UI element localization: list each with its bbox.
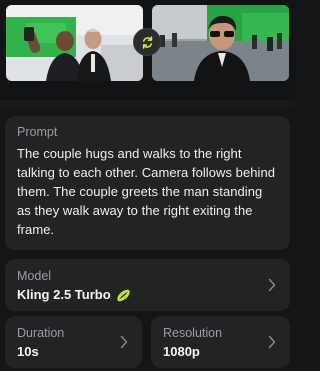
model-value-row: Kling 2.5 Turbo [17, 286, 278, 304]
model-value: Kling 2.5 Turbo [17, 287, 111, 302]
duration-label: Duration [17, 326, 65, 340]
prompt-label: Prompt [17, 125, 58, 139]
frame-images [0, 0, 295, 100]
swap-frames-button[interactable] [133, 28, 161, 56]
duration-value: 10s [17, 344, 39, 359]
resolution-value: 1080p [163, 344, 200, 359]
prompt-card[interactable]: Prompt The couple hugs and walks to the … [5, 116, 290, 250]
resolution-selector[interactable]: Resolution 1080p [151, 316, 290, 368]
photo-thumbnail-icon [152, 5, 289, 81]
model-selector[interactable]: Model Kling 2.5 Turbo [5, 259, 290, 311]
model-label: Model [17, 269, 52, 283]
duration-selector[interactable]: Duration 10s [5, 316, 142, 368]
start-frame-image[interactable] [6, 5, 143, 81]
chevron-right-icon [120, 335, 128, 349]
chevron-right-icon [268, 278, 276, 292]
resolution-label: Resolution [163, 326, 223, 340]
end-frame-image[interactable] [152, 5, 289, 81]
swap-arrows-icon [142, 35, 152, 49]
section-divider [0, 100, 295, 108]
chevron-right-icon [268, 335, 276, 349]
prompt-text: The couple hugs and walks to the right t… [17, 146, 276, 237]
photo-thumbnail-icon [6, 5, 143, 81]
video-generation-panel: Prompt The couple hugs and walks to the … [0, 0, 295, 371]
kling-logo-icon [117, 289, 130, 301]
